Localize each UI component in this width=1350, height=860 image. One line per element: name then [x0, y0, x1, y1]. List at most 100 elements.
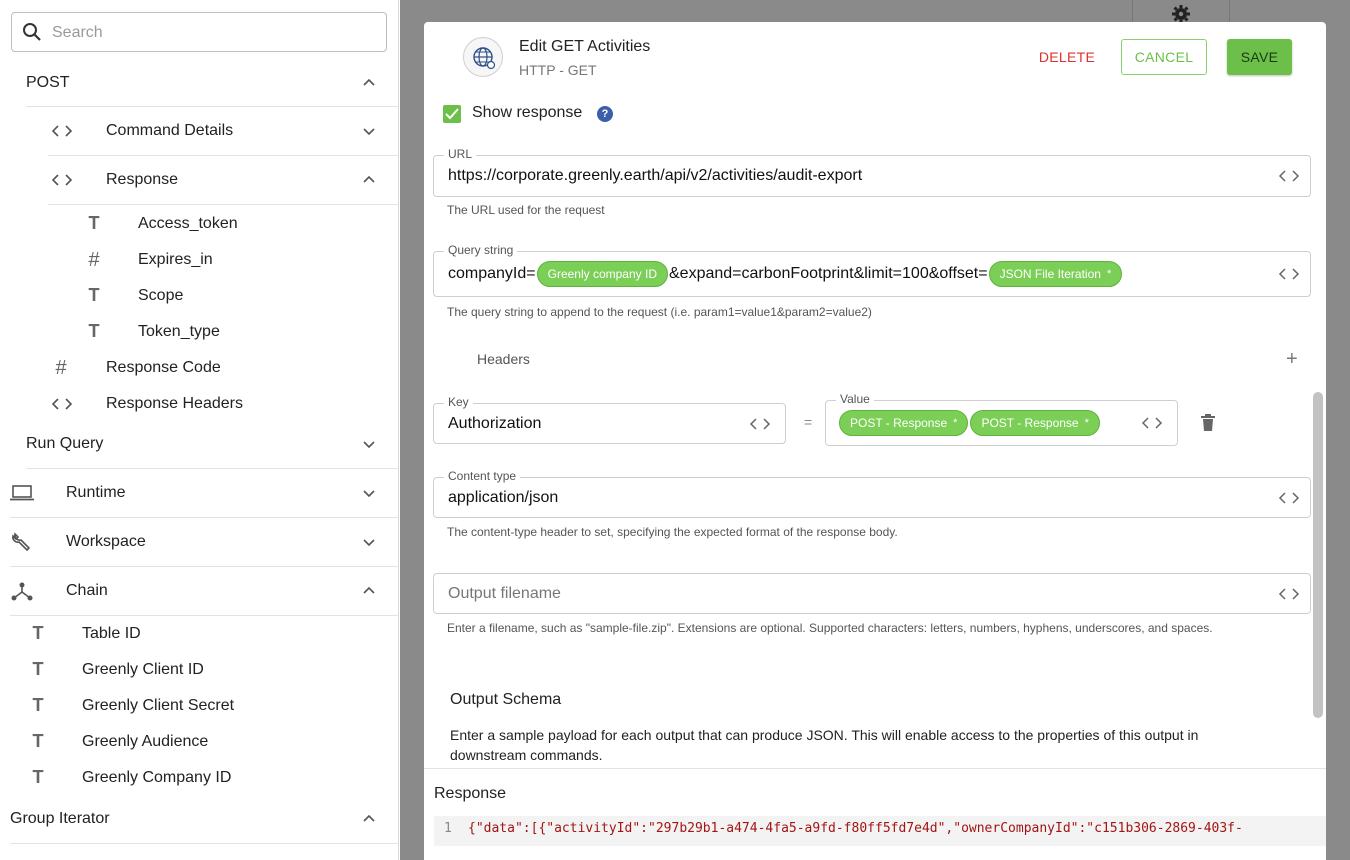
- chain-item-greenly-client-id[interactable]: T Greenly Client ID: [0, 658, 399, 682]
- variable-pill-json-file-iteration[interactable]: JSON File Iteration *: [988, 261, 1123, 287]
- code-icon: [51, 397, 73, 411]
- tree-item-label: Response Headers: [106, 395, 243, 412]
- text-type-icon: T: [32, 767, 44, 787]
- output-filename-placeholder[interactable]: Output filename: [448, 585, 561, 603]
- chain-item-greenly-audience[interactable]: T Greenly Audience: [0, 730, 399, 754]
- variable-pill-greenly-company-id[interactable]: Greenly company ID: [536, 261, 668, 287]
- chain-fork-icon: [11, 581, 33, 601]
- chain-item-table-id[interactable]: T Table ID: [0, 622, 399, 646]
- tree-item-label: POST: [26, 74, 70, 91]
- tree-item-response-headers[interactable]: Response Headers: [0, 392, 399, 416]
- chevron-up-icon[interactable]: [362, 173, 376, 187]
- gear-icon[interactable]: [1171, 4, 1191, 24]
- number-type-icon: #: [88, 249, 100, 271]
- response-title: Response: [434, 785, 507, 802]
- search-input[interactable]: [52, 21, 372, 45]
- field-item-access-token[interactable]: T Access_token: [0, 212, 399, 236]
- sidebar-section-group-iterator[interactable]: Group Iterator: [0, 808, 399, 830]
- url-helper-text: The URL used for the request: [447, 203, 605, 217]
- divider: [48, 204, 399, 205]
- add-header-icon[interactable]: +: [1286, 348, 1298, 371]
- laptop-icon: [10, 485, 34, 501]
- field-item-label: Token_type: [138, 323, 220, 340]
- url-field[interactable]: URL https://corporate.greenly.earth/api/…: [433, 147, 1311, 197]
- chevron-up-icon[interactable]: [362, 76, 376, 90]
- text-type-icon: T: [88, 213, 100, 233]
- tree-item-label: Run Query: [26, 435, 104, 452]
- output-filename-helper-text: Enter a filename, such as "sample-file.z…: [447, 621, 1213, 635]
- chain-item-greenly-company-id[interactable]: T Greenly Company ID: [0, 766, 399, 790]
- settings-slot: [1132, 0, 1230, 24]
- modal-subtitle: HTTP - GET: [519, 62, 597, 78]
- field-item-token-type[interactable]: T Token_type: [0, 320, 399, 344]
- chevron-down-icon[interactable]: [362, 437, 376, 451]
- equals-sign: =: [804, 414, 813, 430]
- field-item-label: Access_token: [138, 215, 238, 232]
- search-icon: [23, 23, 41, 41]
- show-response-checkbox[interactable]: [443, 105, 461, 123]
- variable-pill-post-response[interactable]: POST - Response *: [970, 410, 1100, 436]
- variable-pill-post-response[interactable]: POST - Response *: [839, 410, 969, 436]
- content-type-value[interactable]: application/json: [448, 489, 558, 507]
- help-icon[interactable]: ?: [597, 106, 613, 122]
- code-toggle-icon[interactable]: [749, 417, 771, 431]
- tree-item-run-query[interactable]: Run Query: [0, 433, 399, 455]
- tree-item-post[interactable]: POST: [0, 72, 399, 94]
- field-item-label: Expires_in: [138, 251, 213, 268]
- code-line[interactable]: {"data":[{"activityId":"297b29b1-a474-4f…: [468, 821, 1243, 836]
- chevron-up-icon[interactable]: [362, 812, 376, 826]
- chevron-up-icon[interactable]: [362, 584, 376, 598]
- field-item-label: Scope: [138, 287, 184, 304]
- sidebar-section-runtime[interactable]: Runtime: [0, 482, 399, 504]
- header-key-label: Key: [444, 395, 473, 409]
- header-key-value[interactable]: Authorization: [448, 415, 541, 433]
- chain-item-label: Table ID: [82, 625, 141, 642]
- chevron-down-icon[interactable]: [362, 124, 376, 138]
- response-code-editor[interactable]: 1 {"data":[{"activityId":"297b29b1-a474-…: [434, 816, 1326, 846]
- pill-label: POST - Response: [850, 416, 948, 430]
- field-item-expires-in[interactable]: # Expires_in: [0, 248, 399, 272]
- code-toggle-icon[interactable]: [1141, 416, 1163, 430]
- url-field-value[interactable]: https://corporate.greenly.earth/api/v2/a…: [448, 167, 862, 185]
- url-field-label: URL: [444, 147, 477, 161]
- chevron-down-icon[interactable]: [362, 535, 376, 549]
- content-type-field[interactable]: Content type application/json: [433, 469, 1311, 518]
- content-type-helper-text: The content-type header to set, specifyi…: [447, 525, 898, 539]
- code-toggle-icon[interactable]: [1278, 267, 1300, 281]
- header-value-label: Value: [836, 392, 874, 406]
- query-helper-text: The query string to append to the reques…: [447, 305, 872, 319]
- divider: [48, 155, 399, 156]
- search-box[interactable]: [11, 12, 387, 52]
- code-icon: [51, 124, 73, 138]
- chevron-down-icon[interactable]: [362, 486, 376, 500]
- sidebar: POST Command Details Response T Access_t…: [0, 0, 399, 860]
- query-field-value[interactable]: companyId= Greenly company ID &expand=ca…: [448, 261, 1123, 287]
- tree-item-command-details[interactable]: Command Details: [0, 120, 399, 142]
- header-key-field[interactable]: Key Authorization: [433, 395, 786, 444]
- query-string-field[interactable]: Query string companyId= Greenly company …: [433, 243, 1311, 297]
- code-toggle-icon[interactable]: [1278, 491, 1300, 505]
- modal-title: Edit GET Activities: [519, 38, 651, 55]
- sidebar-section-workspace[interactable]: Workspace: [0, 531, 399, 553]
- output-filename-field[interactable]: Output filename: [433, 573, 1311, 614]
- sidebar-section-chain[interactable]: Chain: [0, 580, 399, 602]
- section-label: Workspace: [66, 533, 146, 550]
- tree-item-response[interactable]: Response: [0, 169, 399, 191]
- code-toggle-icon[interactable]: [1278, 169, 1300, 183]
- cancel-button[interactable]: CANCEL: [1121, 39, 1207, 75]
- field-item-response-code[interactable]: # Response Code: [0, 356, 399, 380]
- trash-icon[interactable]: [1200, 414, 1216, 437]
- chain-item-label: Greenly Client Secret: [82, 697, 235, 714]
- modal-scrollbar[interactable]: [1313, 392, 1323, 718]
- save-button[interactable]: SAVE: [1227, 39, 1292, 75]
- header-value-field[interactable]: Value POST - Response * POST - Response *: [825, 392, 1178, 446]
- asterisk-icon: *: [1106, 268, 1112, 280]
- divider: [10, 615, 399, 616]
- code-toggle-icon[interactable]: [1278, 587, 1300, 601]
- chain-item-greenly-client-secret[interactable]: T Greenly Client Secret: [0, 694, 399, 718]
- field-item-scope[interactable]: T Scope: [0, 284, 399, 308]
- chain-item-label: Greenly Client ID: [82, 661, 204, 678]
- header-value-content[interactable]: POST - Response * POST - Response *: [838, 410, 1101, 436]
- show-response-label[interactable]: Show response: [472, 104, 582, 122]
- delete-button[interactable]: DELETE: [1032, 39, 1102, 75]
